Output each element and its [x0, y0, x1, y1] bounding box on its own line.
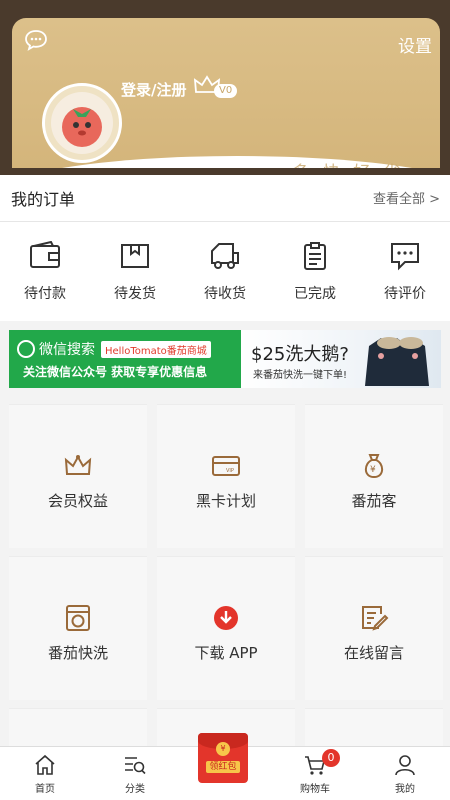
comment-icon [391, 243, 419, 271]
order-pending-payment[interactable]: 待付款 [0, 241, 90, 303]
jacket-image-icon [365, 337, 429, 386]
order-label: 待付款 [24, 286, 66, 302]
wechat-banner: 微信搜索 HelloTomato番茄商城 关注微信公众号 获取专享优惠信息 [9, 330, 241, 388]
tab-cart[interactable]: 购物车 [270, 753, 360, 795]
tab-label: 购物车 [300, 784, 330, 795]
view-all-orders-link[interactable]: 查看全部 > [373, 188, 440, 207]
grid-tile-partial [305, 708, 443, 748]
promo-banner[interactable]: 微信搜索 HelloTomato番茄商城 关注微信公众号 获取专享优惠信息 $2… [9, 330, 441, 388]
washing-machine-icon [66, 605, 90, 631]
promo-subtitle: 来番茄快洗一键下单! [253, 370, 348, 381]
edit-note-icon [362, 606, 389, 631]
grid-label: 下载 APP [194, 644, 258, 662]
wechat-search-tag: HelloTomato番茄商城 [101, 340, 211, 358]
tomato-avatar-icon [62, 107, 102, 147]
tab-mine[interactable]: 我的 [360, 753, 450, 795]
tab-label: 我的 [395, 784, 415, 795]
grid-black-card[interactable]: VIP 黑卡计划 [157, 404, 295, 548]
grid-tomato-guest[interactable]: ¥ 番茄客 [305, 404, 443, 548]
red-packet-button[interactable]: ¥ 领红包 [198, 733, 248, 783]
crown-icon [64, 454, 92, 475]
promo-title: $25洗大鹅? [251, 344, 349, 365]
category-search-icon [125, 757, 146, 775]
grid-download-app[interactable]: 下载 APP [157, 556, 295, 700]
order-label: 待评价 [384, 286, 426, 302]
svg-text:VIP: VIP [226, 468, 234, 474]
grid-tomato-wash[interactable]: 番茄快洗 [9, 556, 147, 700]
grid-label: 会员权益 [47, 492, 108, 510]
order-pending-review[interactable]: 待评价 [360, 241, 450, 303]
box-icon [121, 244, 149, 268]
wechat-icon [17, 340, 35, 358]
order-completed[interactable]: 已完成 [270, 241, 360, 303]
grid-label: 在线留言 [343, 644, 404, 662]
settings-button[interactable]: 设置 [398, 32, 432, 57]
grid-member-benefits[interactable]: 会员权益 [9, 404, 147, 548]
tab-home[interactable]: 首页 [0, 753, 90, 795]
coin-icon: ¥ [216, 742, 230, 756]
grid-tile-partial [9, 708, 147, 748]
tab-label: 首页 [35, 784, 55, 795]
divider [0, 221, 450, 222]
orders-title: 我的订单 [11, 190, 76, 209]
message-icon[interactable] [24, 29, 48, 51]
grid-online-message[interactable]: 在线留言 [305, 556, 443, 700]
tab-category[interactable]: 分类 [90, 753, 180, 795]
grid-label: 黑卡计划 [195, 492, 256, 510]
user-icon [395, 755, 415, 776]
wallet-icon [30, 241, 60, 268]
vip-card-icon: VIP [212, 456, 240, 476]
login-register-link[interactable]: 登录/注册 [121, 79, 186, 100]
order-pending-shipment[interactable]: 待发货 [90, 241, 180, 303]
order-pending-receipt[interactable]: 待收货 [180, 241, 270, 303]
svg-text:¥: ¥ [370, 465, 376, 475]
laundry-banner: $25洗大鹅? 来番茄快洗一键下单! [241, 330, 441, 388]
wechat-follow-text: 关注微信公众号 获取专享优惠信息 [23, 365, 208, 379]
money-bag-icon: ¥ [364, 454, 384, 479]
cart-count-badge: 0 [322, 749, 340, 767]
red-packet-label: 领红包 [206, 761, 240, 773]
slogan: ·多·快·好·省· [283, 158, 414, 168]
clipboard-icon [304, 242, 326, 270]
grid-label: 番茄快洗 [47, 644, 108, 662]
order-label: 待发货 [114, 286, 156, 302]
download-icon [214, 606, 238, 630]
truck-icon [211, 243, 239, 269]
orders-section: 我的订单 查看全部 > 待付款 待发货 待收货 已完成 待评价 [0, 175, 450, 321]
tab-label: 分类 [125, 784, 145, 795]
order-label: 待收货 [204, 286, 246, 302]
wechat-search-label: 微信搜索 [39, 342, 95, 358]
home-icon [35, 754, 55, 775]
vip-level-badge: V0 [214, 84, 238, 98]
order-label: 已完成 [294, 286, 336, 302]
grid-label: 番茄客 [351, 492, 397, 510]
avatar[interactable] [42, 83, 122, 163]
